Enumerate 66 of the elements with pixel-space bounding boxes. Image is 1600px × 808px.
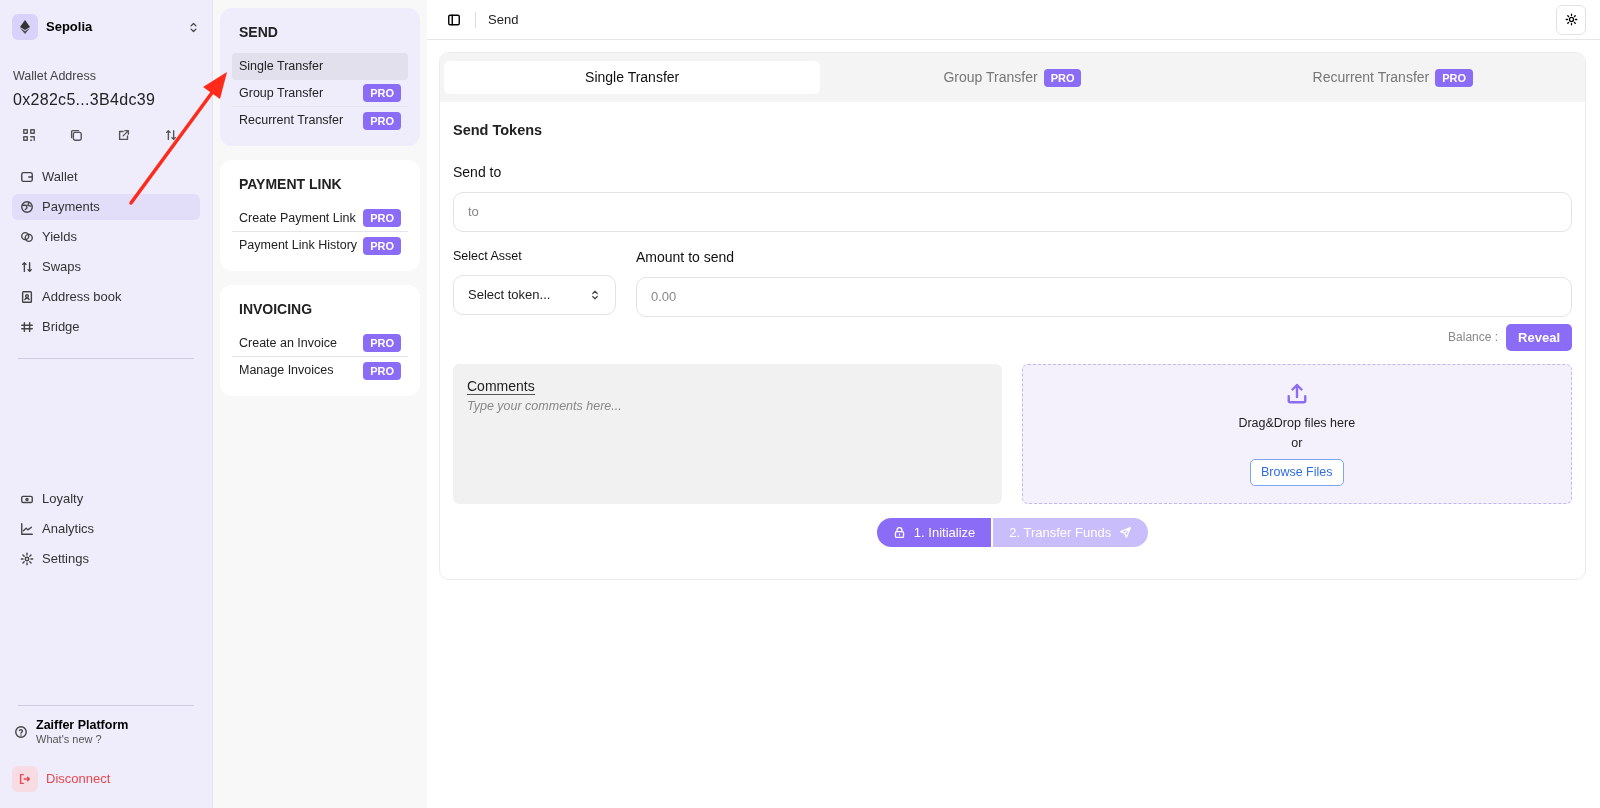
chevrons-up-down-icon [589,288,601,301]
pro-tag: PRO [363,209,401,227]
tab[interactable]: Recurrent Transfer PRO [1204,61,1581,94]
send-icon [1119,525,1133,539]
up-down-arrows-icon [20,259,34,274]
submenu-item[interactable]: Payment Link History PRO [232,232,408,259]
submenu-item[interactable]: Group Transfer PRO [232,80,408,107]
field-label: Select Asset [453,247,523,265]
tab[interactable]: Single Transfer [444,61,821,94]
pro-tag: PRO [1435,68,1474,87]
browse-files-button[interactable]: Browse Files [1249,459,1344,486]
settings-icon [20,551,34,566]
comments-label: Comments [467,377,535,395]
step-button[interactable]: 1. Initialize [876,517,992,547]
page-title: Send [488,10,520,29]
tab[interactable]: Group Transfer PRO [824,61,1201,94]
nav-item[interactable]: Analytics [12,515,200,542]
or-text: or [1291,435,1303,453]
sun-icon [1564,13,1578,26]
network-selector[interactable]: Sepolia [12,14,200,40]
address-field[interactable]: to [453,191,1572,232]
pro-tag: PRO [363,334,401,352]
section-title: INVOICING [239,300,314,319]
submenu-item[interactable]: Create Payment Link PRO [232,205,408,232]
pro-tag: PRO [363,111,401,130]
balance-label: Balance : [1448,329,1499,347]
link-circles-icon [20,229,34,244]
pro-tag: PRO [363,84,401,102]
submenu-item[interactable]: Manage Invoices PRO [232,357,408,384]
nav-item[interactable]: Bridge [12,313,200,340]
line-chart-icon [20,521,34,536]
ethereum-icon [20,20,30,34]
section-title: PAYMENT LINK [239,175,343,194]
sidebar-panel-icon [447,12,461,27]
field-label: Send to [453,162,503,182]
bridge-icon [20,319,34,334]
wallet-icon [20,169,34,184]
lock-icon [892,525,906,539]
token-select[interactable]: Select token... [453,274,616,315]
submenu-item[interactable]: Recurrent Transfer PRO [232,107,408,134]
nav-item[interactable]: Address book [12,283,200,310]
nav-item[interactable]: Settings [12,545,200,572]
nav-item[interactable]: Payments [12,193,200,220]
nav-item[interactable]: Loyalty [12,485,200,512]
pro-tag: PRO [363,361,401,380]
reveal-button[interactable]: Reveal [1506,323,1572,351]
help-circle-icon [14,725,28,739]
wallet-address: 0x282c5...3B4dc39 [13,89,157,110]
globe-icon [20,199,34,214]
field-label: Amount to send [636,247,736,267]
form-title: Send Tokens [453,121,544,140]
whats-new-link[interactable]: Zaiffer Platform What's new ? [14,718,200,746]
theme-toggle-button[interactable] [1556,4,1586,35]
submenu-item[interactable]: Create an Invoice PRO [232,330,408,357]
nav-item[interactable]: Swaps [12,253,200,280]
wallet-label: Wallet Address [13,68,97,85]
pro-tag: PRO [363,236,401,255]
submenu-item[interactable]: Single Transfer [232,53,408,80]
nav-item[interactable]: Wallet [12,163,200,190]
section-title: SEND [239,23,279,42]
contact-book-icon [20,289,34,304]
drop-text: Drag&Drop files here [1238,414,1356,432]
pro-tag: PRO [1043,68,1082,87]
logout-icon [18,772,32,786]
amount-field[interactable]: 0.00 [636,276,1572,317]
nav-item[interactable]: Yields [12,223,200,250]
